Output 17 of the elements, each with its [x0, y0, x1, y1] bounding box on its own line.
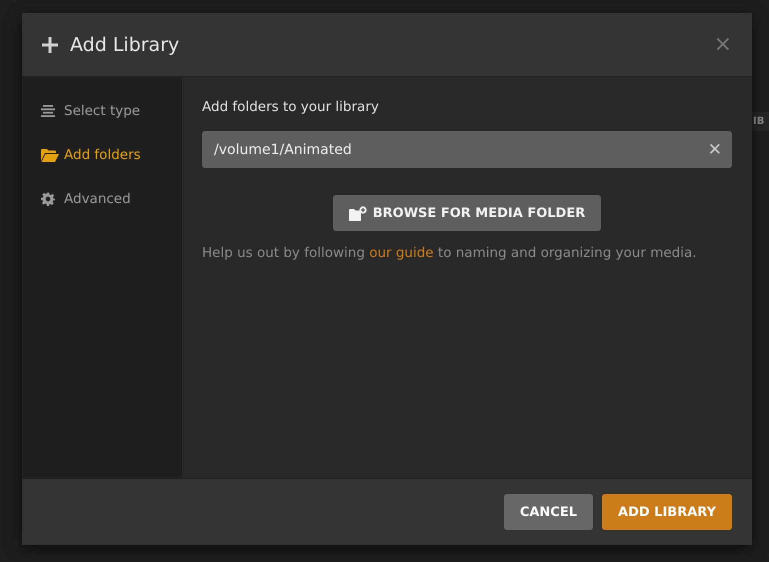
plus-icon — [42, 36, 58, 52]
folder-path-field[interactable]: /volume1/Animated ✕ — [202, 131, 732, 168]
guide-link[interactable]: our guide — [369, 245, 434, 261]
help-text: Help us out by following our guide to naming and organizing your media. — [202, 245, 698, 261]
add-library-button[interactable]: ADD LIBRARY — [602, 494, 732, 530]
sidebar-item[interactable]: Advanced — [22, 177, 182, 221]
sidebar-item[interactable]: Select type — [22, 89, 182, 133]
close-button[interactable]: × — [714, 32, 732, 57]
library-button[interactable]: IB — [752, 112, 769, 131]
sidebar-item[interactable]: Add folders — [22, 133, 182, 177]
clear-button[interactable]: ✕ — [708, 140, 722, 160]
browse-button[interactable]: BROWSE FOR MEDIA FOLDER — [332, 195, 602, 231]
dialog-title: Add Library — [70, 34, 180, 56]
folder-icon — [41, 148, 59, 162]
folder-add-icon — [348, 206, 367, 220]
cancel-button[interactable]: CANCEL — [504, 494, 594, 530]
section-heading: Add folders to your library — [202, 99, 380, 115]
